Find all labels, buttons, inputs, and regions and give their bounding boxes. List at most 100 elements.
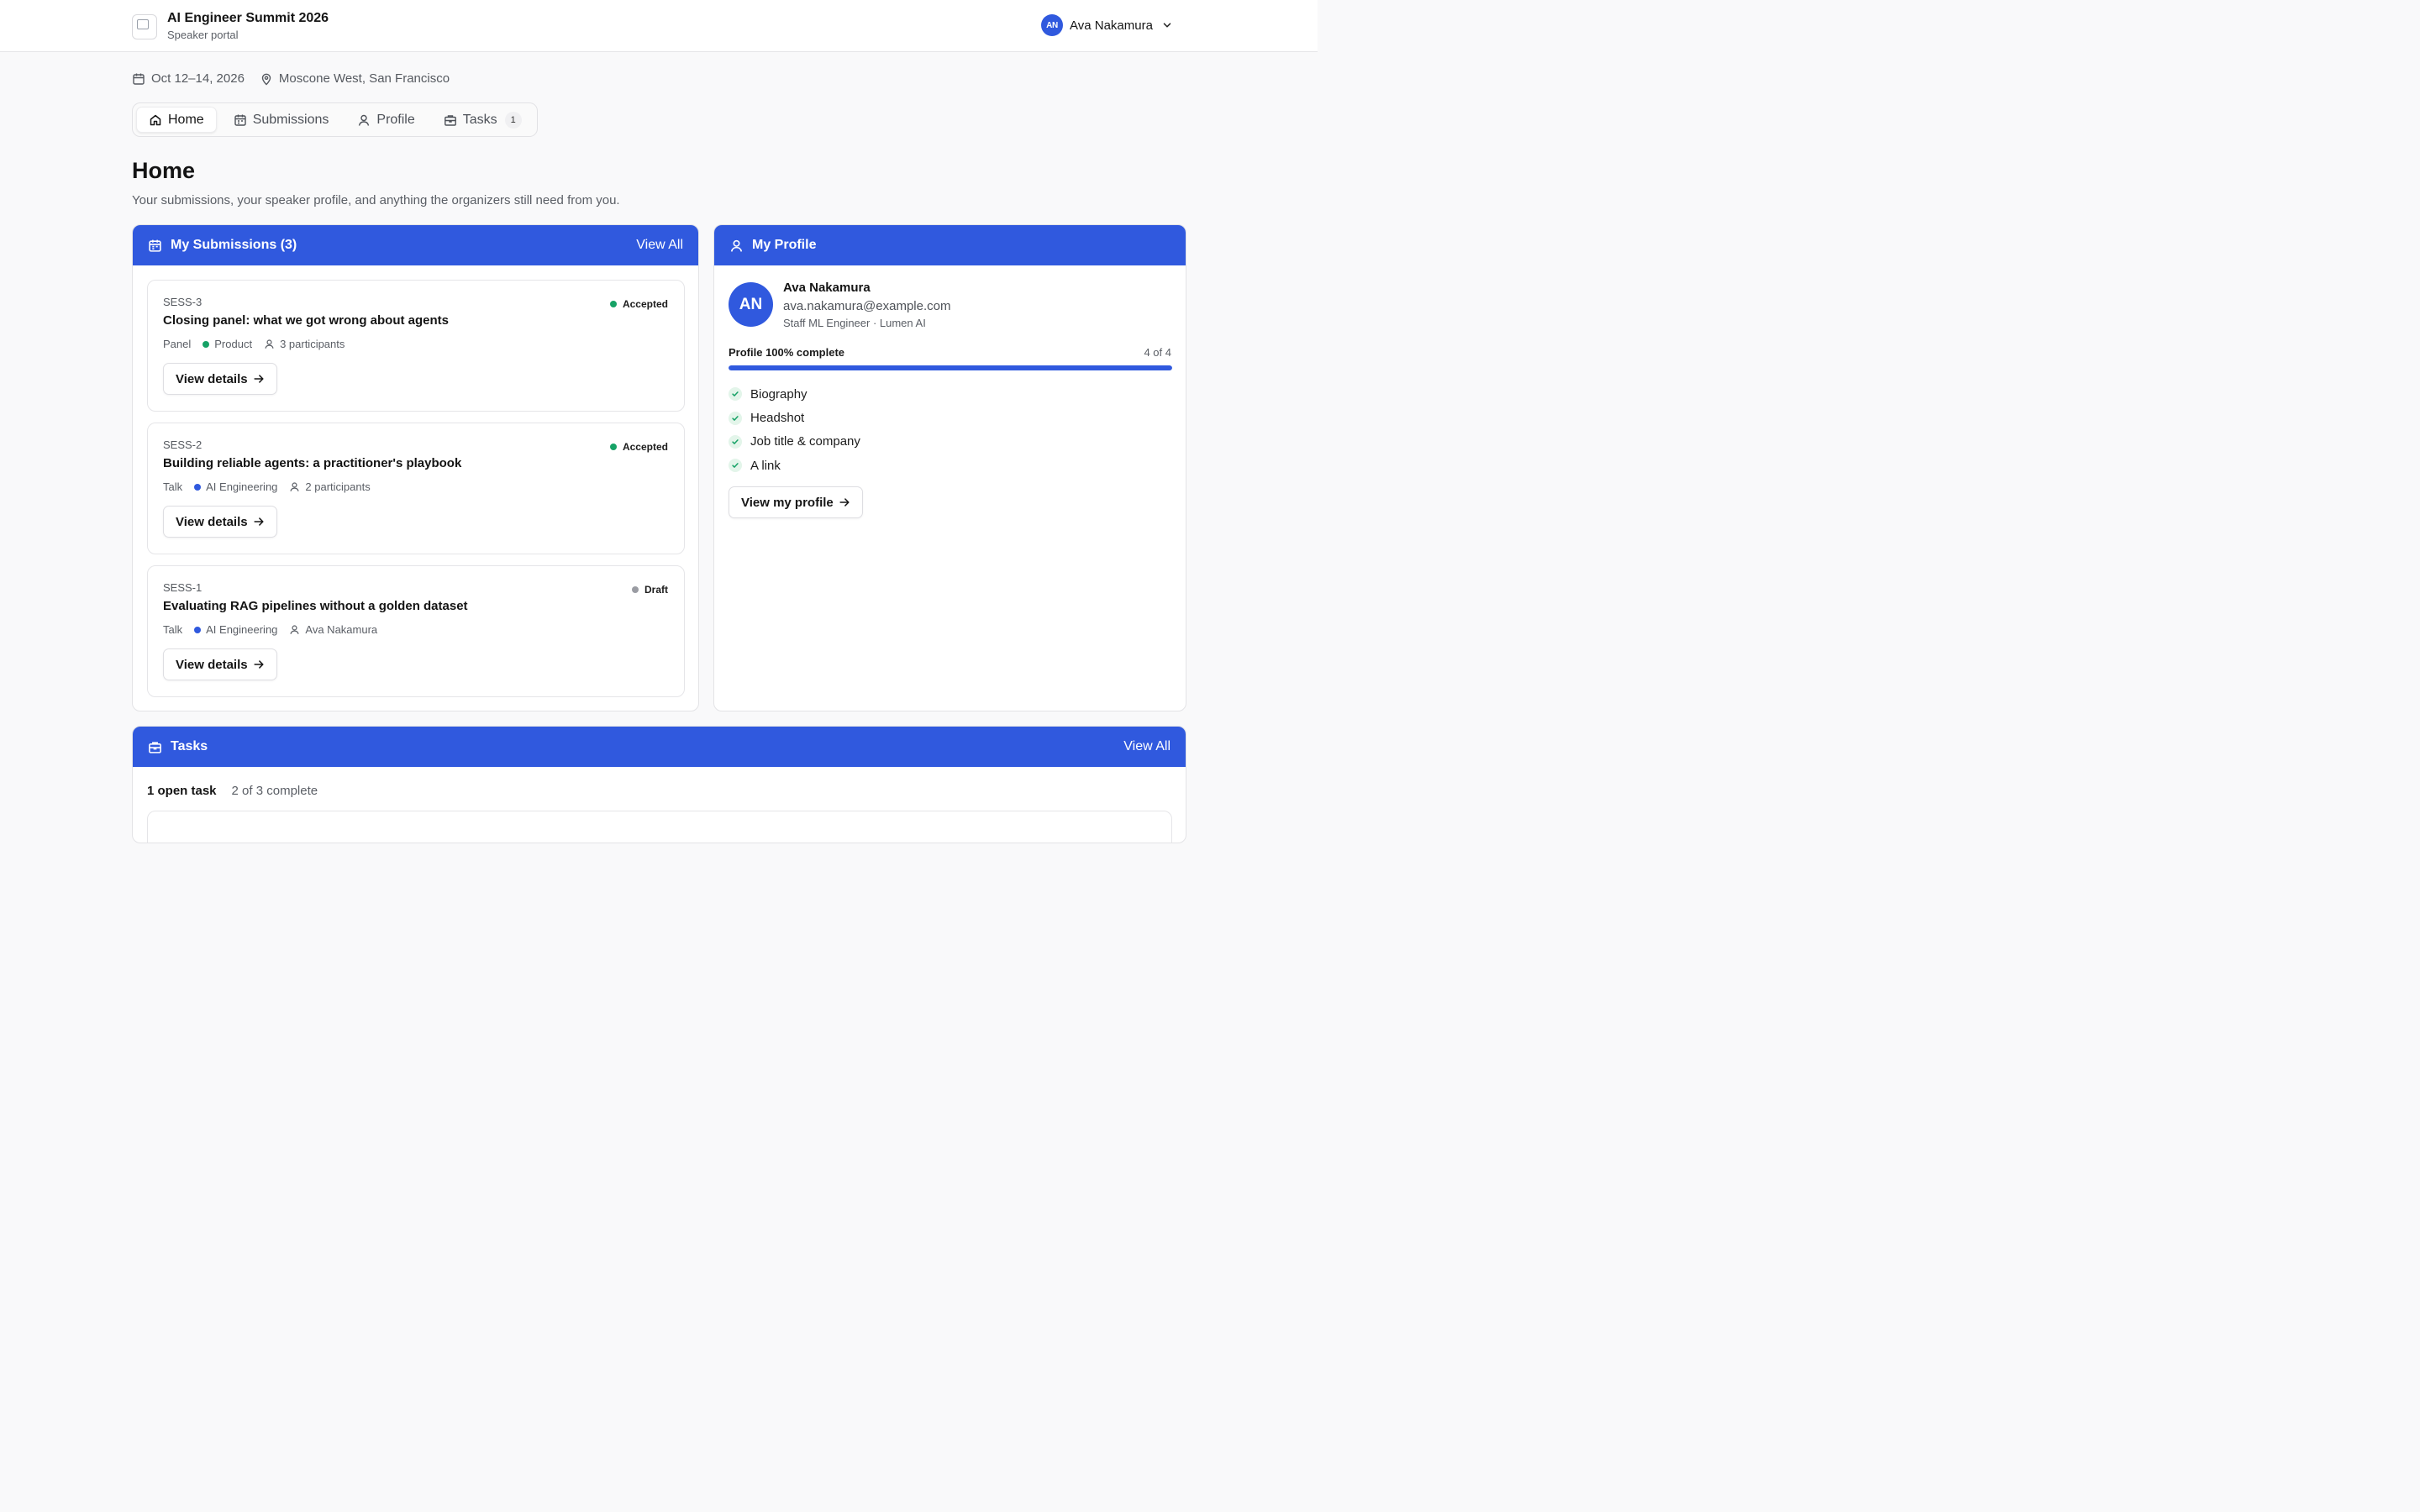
brand[interactable]: AI Engineer Summit 2026 Speaker portal [132, 11, 329, 43]
checklist-item: Job title & company [729, 430, 860, 454]
submission-id: SESS-1 [163, 581, 203, 594]
submissions-card-header: My Submissions (3) View All [133, 225, 698, 265]
event-dates: Oct 12–14, 2026 [151, 71, 245, 86]
calendar-icon [149, 239, 161, 252]
event-logo-icon [132, 14, 157, 39]
page-title: Home [132, 158, 196, 183]
profile-checklist: Biography Headshot Job title & company A… [729, 382, 860, 478]
home-icon [150, 114, 161, 125]
profile-progress-label: Profile 100% complete [729, 346, 844, 359]
submission-id: SESS-3 [163, 296, 203, 308]
submission-id: SESS-2 [163, 438, 203, 451]
status-label: Draft [644, 584, 668, 596]
event-location: Moscone West, San Francisco [278, 71, 450, 86]
map-pin-icon [261, 73, 271, 85]
submission-participants: 3 participants [280, 338, 345, 350]
calendar-icon [133, 73, 145, 85]
page-subtitle: Your submissions, your speaker profile, … [132, 193, 620, 207]
tab-tasks[interactable]: Tasks 1 [432, 107, 534, 133]
profile-email: ava.nakamura@example.com [783, 299, 951, 313]
view-profile-button[interactable]: View my profile [729, 486, 863, 518]
status-dot [609, 444, 617, 450]
checklist-label: A link [750, 458, 781, 473]
tab-home[interactable]: Home [136, 107, 217, 133]
user-menu[interactable]: AN Ava Nakamura [1041, 14, 1173, 36]
tab-profile-label: Profile [376, 112, 415, 127]
submissions-view-all-link[interactable]: View All [636, 238, 683, 253]
submissions-heading: My Submissions (3) [171, 238, 297, 252]
submission-track: AI Engineering [206, 623, 278, 636]
submission-participants: 2 participants [305, 480, 371, 493]
user-avatar: AN [1041, 14, 1063, 36]
submission-item: SESS-2 Building reliable agents: a pract… [147, 423, 685, 554]
checklist-item: A link [729, 454, 860, 477]
track-color-dot [194, 626, 202, 633]
profile-avatar: AN [729, 282, 773, 327]
arrow-right-icon [254, 375, 264, 383]
submission-format: Talk [163, 480, 183, 493]
top-bar: AI Engineer Summit 2026 Speaker portal A… [0, 0, 1318, 52]
arrow-right-icon [839, 498, 850, 507]
track-color-dot [203, 340, 210, 348]
tab-profile[interactable]: Profile [345, 107, 426, 133]
checklist-item: Biography [729, 382, 860, 406]
briefcase-icon [444, 114, 456, 126]
profile-heading: My Profile [752, 238, 817, 252]
status-dot [631, 586, 639, 593]
submission-item: SESS-3 Closing panel: what we got wrong … [147, 280, 685, 412]
status-label: Accepted [622, 441, 668, 453]
profile-card-header: My Profile [714, 225, 1186, 265]
checklist-label: Biography [750, 386, 808, 402]
profile-progress-bar [729, 365, 1172, 370]
checklist-label: Headshot [750, 411, 805, 426]
tab-home-label: Home [168, 112, 204, 127]
submission-participants: Ava Nakamura [305, 623, 378, 636]
task-list-item[interactable] [147, 811, 1172, 843]
tab-tasks-label: Tasks [462, 112, 497, 127]
view-details-label: View details [176, 371, 248, 386]
briefcase-icon [149, 741, 161, 753]
person-icon [265, 339, 274, 349]
profile-card: My Profile AN Ava Nakamura ava.nakamura@… [713, 224, 1186, 711]
track-color-dot [194, 483, 202, 491]
submission-title: Building reliable agents: a practitioner… [163, 456, 462, 470]
status-badge: Accepted [609, 441, 668, 453]
tab-submissions-label: Submissions [252, 112, 329, 127]
view-details-button[interactable]: View details [163, 363, 277, 395]
view-details-button[interactable]: View details [163, 506, 277, 538]
portal-subtitle: Speaker portal [167, 29, 239, 41]
person-icon [290, 625, 299, 634]
speaker-portal: AI Engineer Summit 2026 Speaker portal A… [0, 0, 1318, 843]
tasks-card-header: Tasks View All [133, 727, 1186, 767]
profile-role: Staff ML Engineer · Lumen AI [783, 317, 926, 329]
submission-track: AI Engineering [206, 480, 278, 493]
submission-item: SESS-1 Evaluating RAG pipelines without … [147, 565, 685, 697]
checklist-label: Job title & company [750, 434, 860, 449]
tab-submissions[interactable]: Submissions [222, 107, 341, 133]
event-title: AI Engineer Summit 2026 [167, 11, 329, 25]
completed-tasks-count: 2 of 3 complete [231, 784, 318, 798]
profile-progress-count: 4 of 4 [1144, 346, 1171, 359]
person-icon [290, 482, 299, 491]
submission-track: Product [214, 338, 253, 350]
person-icon [730, 239, 743, 252]
submissions-card: My Submissions (3) View All SESS-3 Closi… [132, 224, 699, 711]
checklist-item: Headshot [729, 406, 860, 429]
event-meta: Oct 12–14, 2026 Moscone West, San Franci… [132, 71, 458, 86]
person-icon [359, 114, 370, 126]
arrow-right-icon [254, 660, 264, 669]
profile-name: Ava Nakamura [783, 281, 871, 295]
tasks-view-all-link[interactable]: View All [1123, 739, 1171, 754]
tasks-count-badge: 1 [504, 111, 522, 129]
check-icon [729, 434, 742, 449]
open-tasks-count: 1 open task [147, 784, 217, 798]
status-dot [609, 301, 617, 307]
view-details-label: View details [176, 657, 248, 672]
view-details-button[interactable]: View details [163, 648, 277, 680]
status-badge: Accepted [609, 298, 668, 310]
submission-format: Panel [163, 338, 192, 350]
view-details-label: View details [176, 514, 248, 529]
status-label: Accepted [622, 298, 668, 310]
submission-format: Talk [163, 623, 183, 636]
calendar-icon [234, 114, 246, 126]
